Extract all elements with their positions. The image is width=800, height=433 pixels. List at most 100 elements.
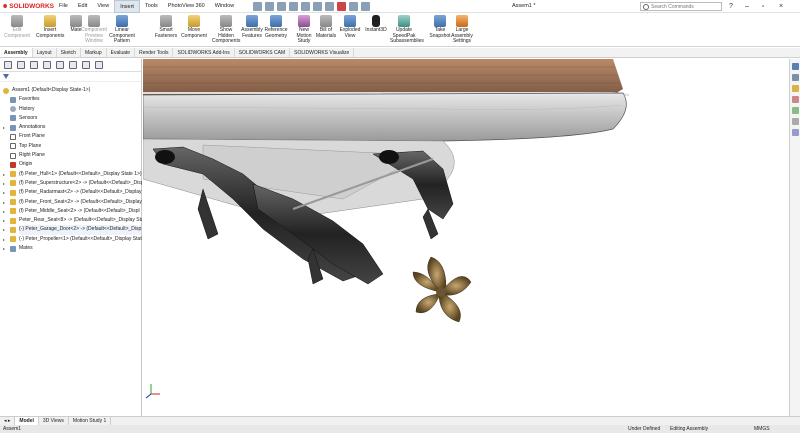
tree-item[interactable]: Front Plane — [0, 132, 142, 141]
expand-arrow-icon[interactable]: ▸ — [3, 170, 5, 179]
tab-scroll-arrows-icon[interactable]: ◂ ▸ — [0, 417, 16, 425]
search-commands-input[interactable]: Search Commands — [640, 2, 722, 11]
filter-icon[interactable] — [0, 72, 141, 82]
exploded-view-button[interactable]: Exploded View — [336, 15, 364, 39]
large-assembly-button[interactable]: Large Assembly Settings — [448, 15, 476, 45]
tab-layout[interactable]: Layout — [33, 48, 57, 57]
tab-assembly[interactable]: Assembly — [0, 48, 33, 57]
speedpak-button[interactable]: Update SpeedPak Subassemblies — [390, 15, 424, 45]
expand-arrow-icon[interactable]: ▸ — [3, 235, 5, 244]
configuration-manager-icon[interactable] — [30, 61, 38, 69]
bottom-tab-3d-views[interactable]: 3D Views — [39, 417, 69, 425]
menu-item-photoview-360[interactable]: PhotoView 360 — [163, 0, 210, 13]
show-hidden-button[interactable]: Show Hidden Components — [212, 15, 240, 45]
tree-item-label: Sensors — [19, 114, 38, 121]
graphics-area[interactable] — [143, 59, 789, 416]
new-document-icon[interactable] — [265, 1, 275, 11]
expand-arrow-icon[interactable]: ▸ — [3, 179, 5, 188]
expand-arrow-icon[interactable]: ▸ — [3, 188, 5, 197]
menu-item-edit[interactable]: Edit — [73, 0, 92, 13]
edit-component-icon — [11, 15, 23, 27]
tree-item[interactable]: ▸ (-) Peter_Garage_Door<2> -> (Default<<D… — [0, 225, 142, 235]
edit-component-button[interactable]: Edit Component — [3, 15, 31, 39]
tab-markup[interactable]: Markup — [81, 48, 107, 57]
options-gear-icon[interactable] — [361, 1, 371, 11]
tree-item[interactable]: History — [0, 105, 142, 114]
tree-item[interactable]: Origin — [0, 160, 142, 169]
tree-item[interactable]: Favorites — [0, 95, 142, 104]
brand-label: SOLIDWORKS — [9, 2, 54, 10]
tab-render-tools[interactable]: Render Tools — [135, 48, 174, 57]
tab-solidworks-cam[interactable]: SOLIDWORKS CAM — [235, 48, 291, 57]
tree-item[interactable]: Right Plane — [0, 151, 142, 160]
component-preview-button[interactable]: Component Preview Window — [80, 15, 108, 45]
display-manager-icon[interactable] — [56, 61, 64, 69]
tree-item[interactable]: ▸ Mates — [0, 244, 142, 253]
view-palette-icon[interactable] — [791, 96, 799, 103]
design-library-icon[interactable] — [791, 74, 799, 81]
minimize-button[interactable]: – — [740, 0, 754, 13]
tab-solidworks-add-ins[interactable]: SOLIDWORKS Add-Ins — [173, 48, 235, 57]
tree-item-label: (f) Peter_Radarmast<2> -> (Default<<Defa… — [19, 189, 142, 196]
restore-button[interactable]: ▫ — [756, 0, 770, 13]
appearances-icon[interactable] — [791, 107, 799, 114]
help-icon[interactable]: ? — [724, 0, 738, 13]
menu-item-view[interactable]: View — [92, 0, 114, 13]
instant3d-button[interactable]: Instant3D — [362, 15, 390, 34]
home-icon[interactable] — [253, 1, 263, 11]
linear-pattern-button[interactable]: Linear Component Pattern — [108, 15, 136, 45]
plane-icon — [10, 143, 16, 150]
dimxpert-icon[interactable] — [43, 61, 51, 69]
tree-item[interactable]: Assem1 (Default<Display State-1>) — [0, 86, 142, 95]
asm-icon — [3, 87, 9, 94]
menu-item-file[interactable]: File — [54, 0, 73, 13]
bottom-tab-model[interactable]: Model — [15, 417, 39, 425]
feature-manager-icon[interactable] — [4, 61, 12, 69]
expand-arrow-icon[interactable]: ▸ — [3, 198, 5, 207]
close-button[interactable]: × — [774, 0, 788, 13]
insert-components-button[interactable]: Insert Components — [36, 15, 64, 39]
cam-icon[interactable] — [69, 61, 77, 69]
tab-sketch[interactable]: Sketch — [57, 48, 81, 57]
print-icon[interactable] — [301, 1, 311, 11]
expand-arrow-icon[interactable]: ▸ — [3, 244, 5, 253]
menu-item-insert[interactable]: Insert — [114, 0, 140, 13]
expand-arrow-icon[interactable]: ▸ — [3, 216, 5, 225]
tree-item[interactable]: ▸ (f) Peter_Middle_Seat<2> -> (Default<<D… — [0, 207, 142, 216]
menu-item-window[interactable]: Window — [210, 0, 240, 13]
status-units[interactable]: MMGS — [754, 425, 770, 433]
bottom-tab-motion-study-1[interactable]: Motion Study 1 — [69, 417, 112, 425]
custom-properties-icon[interactable] — [791, 118, 799, 125]
panel-expand-icon[interactable] — [95, 61, 103, 69]
menu-item-tools[interactable]: Tools — [140, 0, 163, 13]
expand-arrow-icon[interactable]: ▸ — [3, 123, 5, 132]
smart-fasteners-button[interactable]: Smart Fasteners — [152, 15, 180, 39]
tree-item[interactable]: Sensors — [0, 114, 142, 123]
select-icon[interactable] — [325, 1, 335, 11]
forum-icon[interactable] — [791, 129, 799, 136]
cam-operation-icon[interactable] — [82, 61, 90, 69]
tree-item[interactable]: ▸ (f) Peter_Hull<1> (Default<<Default>_Di… — [0, 170, 142, 179]
file-explorer-icon[interactable] — [791, 85, 799, 92]
file-properties-icon[interactable] — [349, 1, 359, 11]
expand-arrow-icon[interactable]: ▸ — [3, 207, 5, 216]
solidworks-logo[interactable]: SOLIDWORKS — [0, 2, 54, 10]
property-manager-icon[interactable] — [17, 61, 25, 69]
tab-evaluate[interactable]: Evaluate — [107, 48, 136, 57]
reference-geometry-button[interactable]: Reference Geometry — [262, 15, 290, 39]
tree-item[interactable]: ▸ (f) Peter_Radarmast<2> -> (Default<<Def… — [0, 188, 142, 197]
rebuild-icon[interactable] — [337, 1, 347, 11]
expand-arrow-icon[interactable]: ▸ — [3, 225, 5, 234]
tree-item[interactable]: ▸ (f) Peter_Front_Seat<2> -> (Default<<De… — [0, 198, 142, 207]
tree-item[interactable]: ▸ (f) Peter_Superstructure<2> -> (Default… — [0, 179, 142, 188]
open-icon[interactable] — [277, 1, 287, 11]
solidworks-resources-icon[interactable] — [791, 63, 799, 70]
tree-item[interactable]: ▸ Peter_Rear_Seat<8> -> (Default<<Default… — [0, 216, 142, 225]
tab-solidworks-visualize[interactable]: SOLIDWORKS Visualize — [290, 48, 355, 57]
tree-item[interactable]: Top Plane — [0, 142, 142, 151]
tree-item[interactable]: ▸ (-) Peter_Propeller<1> (Default<<Defaul… — [0, 235, 142, 244]
undo-icon[interactable] — [313, 1, 323, 11]
tree-item[interactable]: ▸ Annotations — [0, 123, 142, 132]
save-icon[interactable] — [289, 1, 299, 11]
move-component-button[interactable]: Move Component — [180, 15, 208, 39]
